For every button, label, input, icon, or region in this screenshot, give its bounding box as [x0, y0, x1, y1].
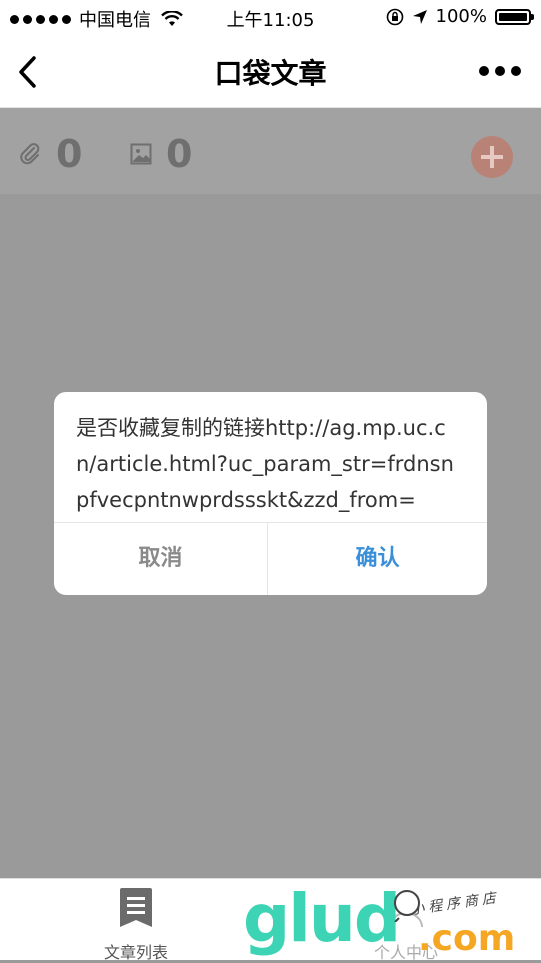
navigation-bar: 口袋文章: [0, 36, 541, 108]
tab-article-list-label: 文章列表: [103, 943, 168, 962]
counts-row: 0 0: [0, 108, 541, 194]
watermark-brand: glud: [243, 880, 401, 957]
image-count-value: 0: [166, 132, 193, 176]
cancel-button[interactable]: 取消: [54, 523, 267, 595]
image-icon: [130, 143, 152, 165]
location-arrow-icon: [412, 9, 427, 24]
page-title: 口袋文章: [214, 57, 327, 90]
tab-article-list[interactable]: 文章列表: [66, 887, 206, 963]
dialog-message: 是否收藏复制的链接http://ag.mp.uc.cn/article.html…: [76, 416, 454, 512]
paperclip-icon: [20, 143, 40, 165]
battery-icon: [495, 8, 534, 25]
confirm-dialog: 是否收藏复制的链接http://ag.mp.uc.cn/article.html…: [54, 392, 487, 595]
watermark-domain: .com: [418, 918, 516, 959]
confirm-button[interactable]: 确认: [268, 523, 487, 595]
status-right: 100%: [386, 6, 534, 27]
rotation-lock-icon: [386, 8, 403, 25]
more-options-icon[interactable]: [479, 66, 521, 76]
status-bar: 中国电信 上午11:05 100%: [0, 0, 541, 36]
watermark-person-icon: [394, 890, 420, 922]
add-button[interactable]: [471, 136, 513, 178]
attachment-count-value: 0: [56, 132, 83, 176]
image-count: 0: [130, 132, 192, 176]
attachment-count: 0: [18, 132, 82, 176]
article-list-icon: [120, 888, 152, 927]
battery-percent: 100%: [435, 6, 487, 27]
